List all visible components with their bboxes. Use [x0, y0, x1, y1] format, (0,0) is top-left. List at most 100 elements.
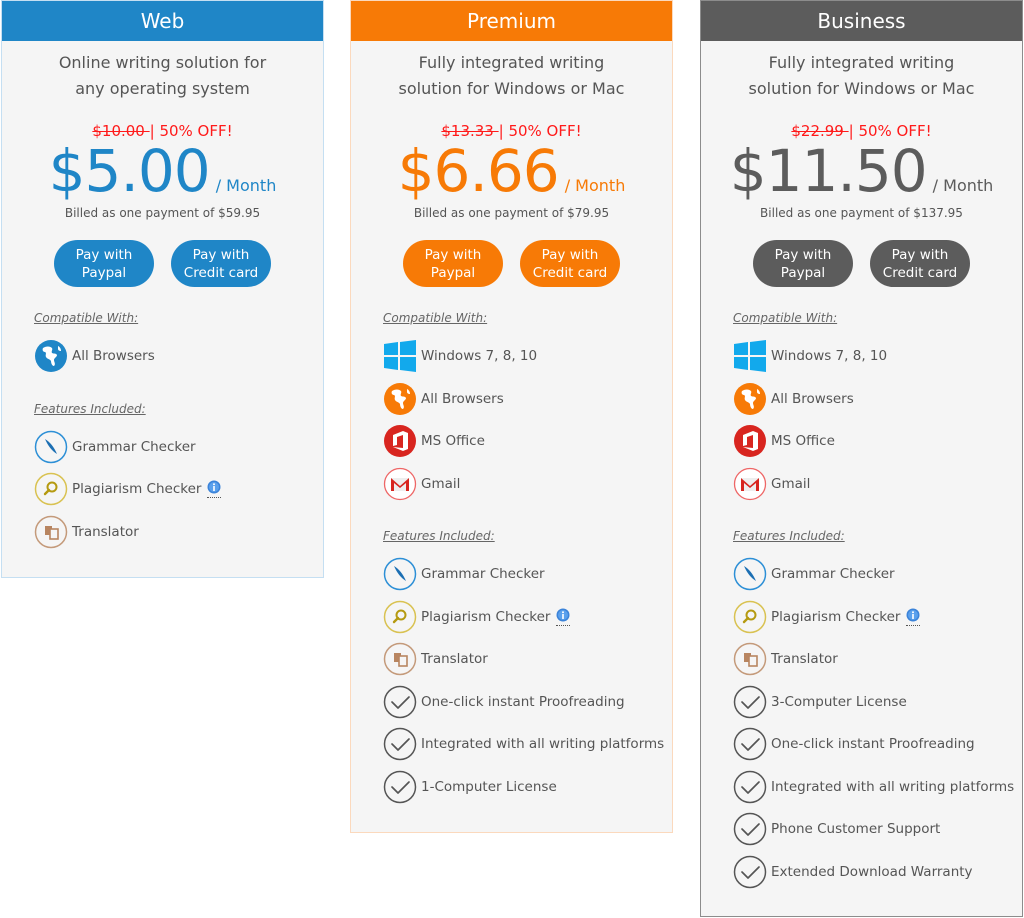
list-item: Windows 7, 8, 10	[733, 335, 1022, 378]
pay-with-credit-card-button[interactable]: Pay with Credit card	[870, 240, 970, 287]
grammar-checker-icon	[383, 557, 417, 591]
list-item: All Browsers	[383, 378, 672, 421]
features-section: Features Included: Grammar Checker Plagia…	[351, 529, 672, 808]
windows-icon	[383, 339, 417, 373]
payment-buttons: Pay with Paypal Pay with Credit card	[701, 240, 1022, 287]
list-item: Plagiarism Checker	[34, 468, 323, 511]
compatible-list: Windows 7, 8, 10 All Browsers MS Office Gma…	[733, 335, 1022, 505]
button-label: Paypal	[430, 264, 476, 281]
features-title: Features Included:	[733, 529, 845, 543]
button-label: Credit card	[183, 264, 259, 281]
list-item-label: Phone Customer Support	[771, 821, 941, 838]
plan-title: Web	[2, 1, 323, 41]
plan-card-business: Business Fully integrated writing soluti…	[700, 0, 1023, 917]
plan-description-line: solution for Windows or Mac	[748, 79, 975, 98]
list-item: MS Office	[733, 420, 1022, 463]
list-item: Grammar Checker	[383, 553, 672, 596]
price-period: / Month	[215, 176, 277, 195]
list-item-label: Extended Download Warranty	[771, 863, 973, 880]
plan-description: Fully integrated writing solution for Wi…	[701, 50, 1022, 102]
globe-orange-icon	[733, 382, 767, 416]
compatible-title: Compatible With:	[383, 311, 488, 325]
info-icon[interactable]	[556, 608, 571, 626]
list-item-label: Plagiarism Checker	[72, 481, 202, 498]
button-label: Pay with	[891, 246, 949, 263]
price: $11.50	[729, 137, 928, 205]
button-label: Pay with	[75, 246, 133, 263]
list-item: Plagiarism Checker	[383, 596, 672, 639]
list-item: One-click instant Proofreading	[733, 723, 1022, 766]
list-item-label: MS Office	[421, 433, 485, 450]
checkmark-icon	[733, 812, 767, 846]
list-item: Gmail	[733, 463, 1022, 506]
plan-description: Online writing solution for any operatin…	[2, 50, 323, 102]
pay-with-paypal-button[interactable]: Pay with Paypal	[54, 240, 154, 287]
list-item-label: Gmail	[771, 475, 811, 492]
ms-office-icon	[733, 424, 767, 458]
list-item-label: Integrated with all writing platforms	[771, 778, 1015, 795]
checkmark-icon	[733, 855, 767, 889]
billing-note: Billed as one payment of $137.95	[760, 206, 963, 220]
button-label: Pay with	[424, 246, 482, 263]
checkmark-icon	[733, 770, 767, 804]
price-row: $6.66/ Month	[351, 142, 672, 200]
button-label: Paypal	[780, 264, 826, 281]
list-item-label: Translator	[771, 651, 838, 668]
grammar-checker-icon	[733, 557, 767, 591]
list-item-label: Windows 7, 8, 10	[421, 348, 538, 365]
features-section: Features Included: Grammar Checker Plagia…	[701, 529, 1022, 893]
list-item: Windows 7, 8, 10	[383, 335, 672, 378]
list-item: Integrated with all writing platforms	[383, 723, 672, 766]
list-item: Extended Download Warranty	[733, 851, 1022, 894]
plan-description-line: solution for Windows or Mac	[398, 79, 625, 98]
features-title: Features Included:	[383, 529, 495, 543]
payment-buttons: Pay with Paypal Pay with Credit card	[351, 240, 672, 287]
list-item-label: All Browsers	[421, 390, 504, 407]
pay-with-credit-card-button[interactable]: Pay with Credit card	[171, 240, 271, 287]
compatible-section: Compatible With: All Browsers	[2, 311, 323, 378]
plagiarism-checker-icon	[383, 600, 417, 634]
checkmark-icon	[383, 727, 417, 761]
list-item-label: Grammar Checker	[72, 438, 196, 455]
button-label: Pay with	[192, 246, 250, 263]
button-label: Pay with	[774, 246, 832, 263]
list-item: One-click instant Proofreading	[383, 681, 672, 724]
compatible-list: Windows 7, 8, 10 All Browsers MS Office Gma…	[383, 335, 672, 505]
list-item: Phone Customer Support	[733, 808, 1022, 851]
list-item-label: Translator	[72, 523, 139, 540]
list-item-label: Plagiarism Checker	[421, 608, 551, 625]
ms-office-icon	[383, 424, 417, 458]
plan-title: Premium	[351, 1, 672, 41]
pay-with-paypal-button[interactable]: Pay with Paypal	[403, 240, 503, 287]
list-item-label: Windows 7, 8, 10	[771, 348, 888, 365]
price: $6.66	[397, 137, 560, 205]
list-item-label: Integrated with all writing platforms	[421, 736, 665, 753]
plagiarism-checker-icon	[34, 472, 68, 506]
button-label: Credit card	[882, 264, 958, 281]
list-item-label: One-click instant Proofreading	[771, 736, 975, 753]
plagiarism-checker-icon	[733, 600, 767, 634]
plan-description-line: Fully integrated writing	[768, 53, 955, 72]
pay-with-credit-card-button[interactable]: Pay with Credit card	[520, 240, 620, 287]
globe-blue-icon	[34, 339, 68, 373]
button-label: Paypal	[81, 264, 127, 281]
plan-card-web: Web Online writing solution for any oper…	[1, 0, 324, 578]
list-item-label: 1-Computer License	[421, 778, 557, 795]
price-period: / Month	[932, 176, 994, 195]
globe-orange-icon	[383, 382, 417, 416]
info-icon[interactable]	[207, 480, 222, 499]
price: $5.00	[48, 137, 211, 205]
features-title: Features Included:	[34, 401, 146, 416]
checkmark-icon	[383, 685, 417, 719]
features-list: Grammar Checker Plagiarism Checker Transla…	[733, 553, 1022, 893]
list-item: Plagiarism Checker	[733, 596, 1022, 639]
translator-icon	[733, 642, 767, 676]
payment-buttons: Pay with Paypal Pay with Credit card	[2, 240, 323, 287]
price-row: $11.50/ Month	[701, 142, 1022, 200]
pay-with-paypal-button[interactable]: Pay with Paypal	[753, 240, 853, 287]
info-icon[interactable]	[906, 608, 921, 626]
billing-note: Billed as one payment of $59.95	[64, 206, 261, 220]
compatible-section: Compatible With: Windows 7, 8, 10 All Bro…	[351, 311, 672, 505]
list-item-label: Translator	[421, 651, 488, 668]
list-item-label: Gmail	[421, 475, 461, 492]
